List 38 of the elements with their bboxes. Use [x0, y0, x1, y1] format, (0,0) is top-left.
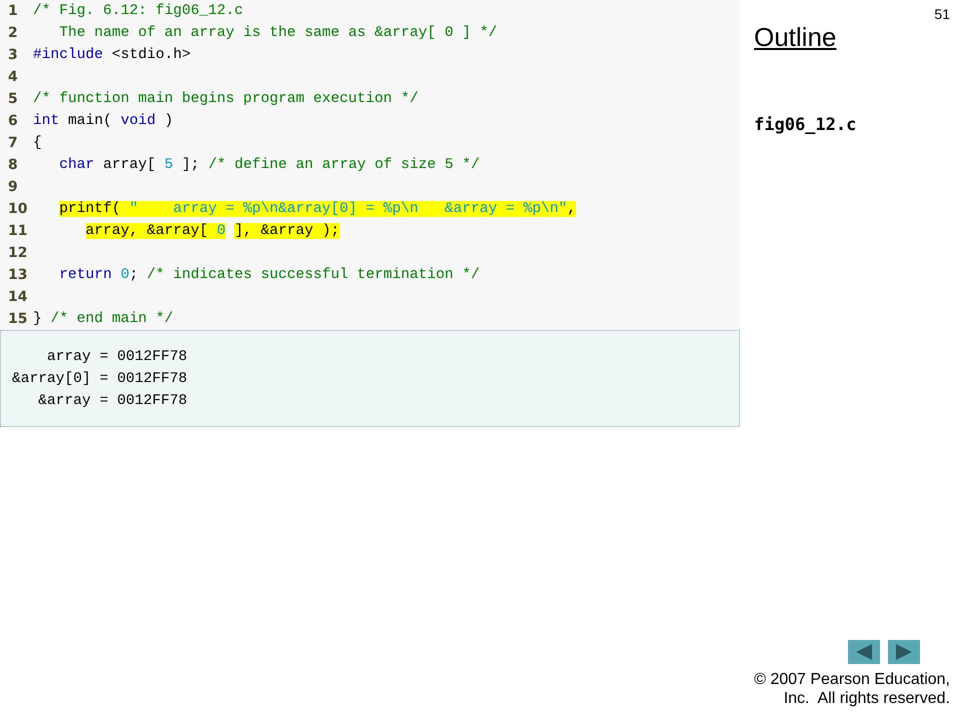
output-line: &array = 0012FF78	[37, 392, 188, 411]
highlighted-code-line: printf( " array = %p\n&array[0] = %p\n &array = %p\n",	[58, 201, 576, 217]
line-number: 12	[7, 245, 28, 261]
previous-button[interactable]	[848, 640, 880, 664]
slide-number: 51	[934, 6, 950, 22]
code-line: {	[33, 135, 42, 151]
code-line: /* function main begins program execution */	[33, 91, 418, 107]
line-number: 3	[7, 47, 19, 63]
code-line: The name of an array is the same as &array[ 0 ] */	[58, 25, 498, 41]
copyright-text: Inc. All rights reserved.	[782, 689, 950, 708]
line-number: 6	[7, 113, 19, 129]
line-number: 2	[7, 25, 19, 41]
line-number: 10	[7, 201, 28, 217]
code-line: return 0; /* indicates successful termination */	[58, 267, 480, 283]
line-number: 15	[7, 311, 28, 327]
code-line: } /* end main */	[33, 311, 174, 327]
code-line: char array[ 5 ]; /* define an array of size 5 */	[58, 157, 480, 173]
left-triangle-icon	[854, 643, 874, 661]
output-line: array = 0012FF78	[46, 348, 188, 367]
code-line: int main( void )	[33, 113, 174, 129]
right-triangle-icon	[894, 643, 914, 661]
highlighted-code-line: array, &array[ 0 ], &array );	[84, 223, 340, 239]
copyright-text: © 2007 Pearson Education,	[754, 670, 950, 689]
file-name: fig06_12.c	[754, 115, 856, 135]
line-number: 8	[7, 157, 19, 173]
line-number: 4	[7, 69, 19, 85]
output-line: &array[0] = 0012FF78	[12, 370, 188, 389]
line-number: 7	[7, 135, 19, 151]
line-number: 11	[7, 223, 28, 239]
line-number: 13	[7, 267, 28, 283]
next-button[interactable]	[888, 640, 920, 664]
line-number: 14	[7, 289, 28, 305]
line-number: 5	[7, 91, 19, 107]
code-line: #include <stdio.h>	[33, 47, 191, 63]
outline-title: Outline	[754, 22, 836, 53]
line-number: 9	[7, 179, 19, 195]
code-line: /* Fig. 6.12: fig06_12.c	[33, 3, 244, 19]
line-number: 1	[7, 3, 19, 19]
